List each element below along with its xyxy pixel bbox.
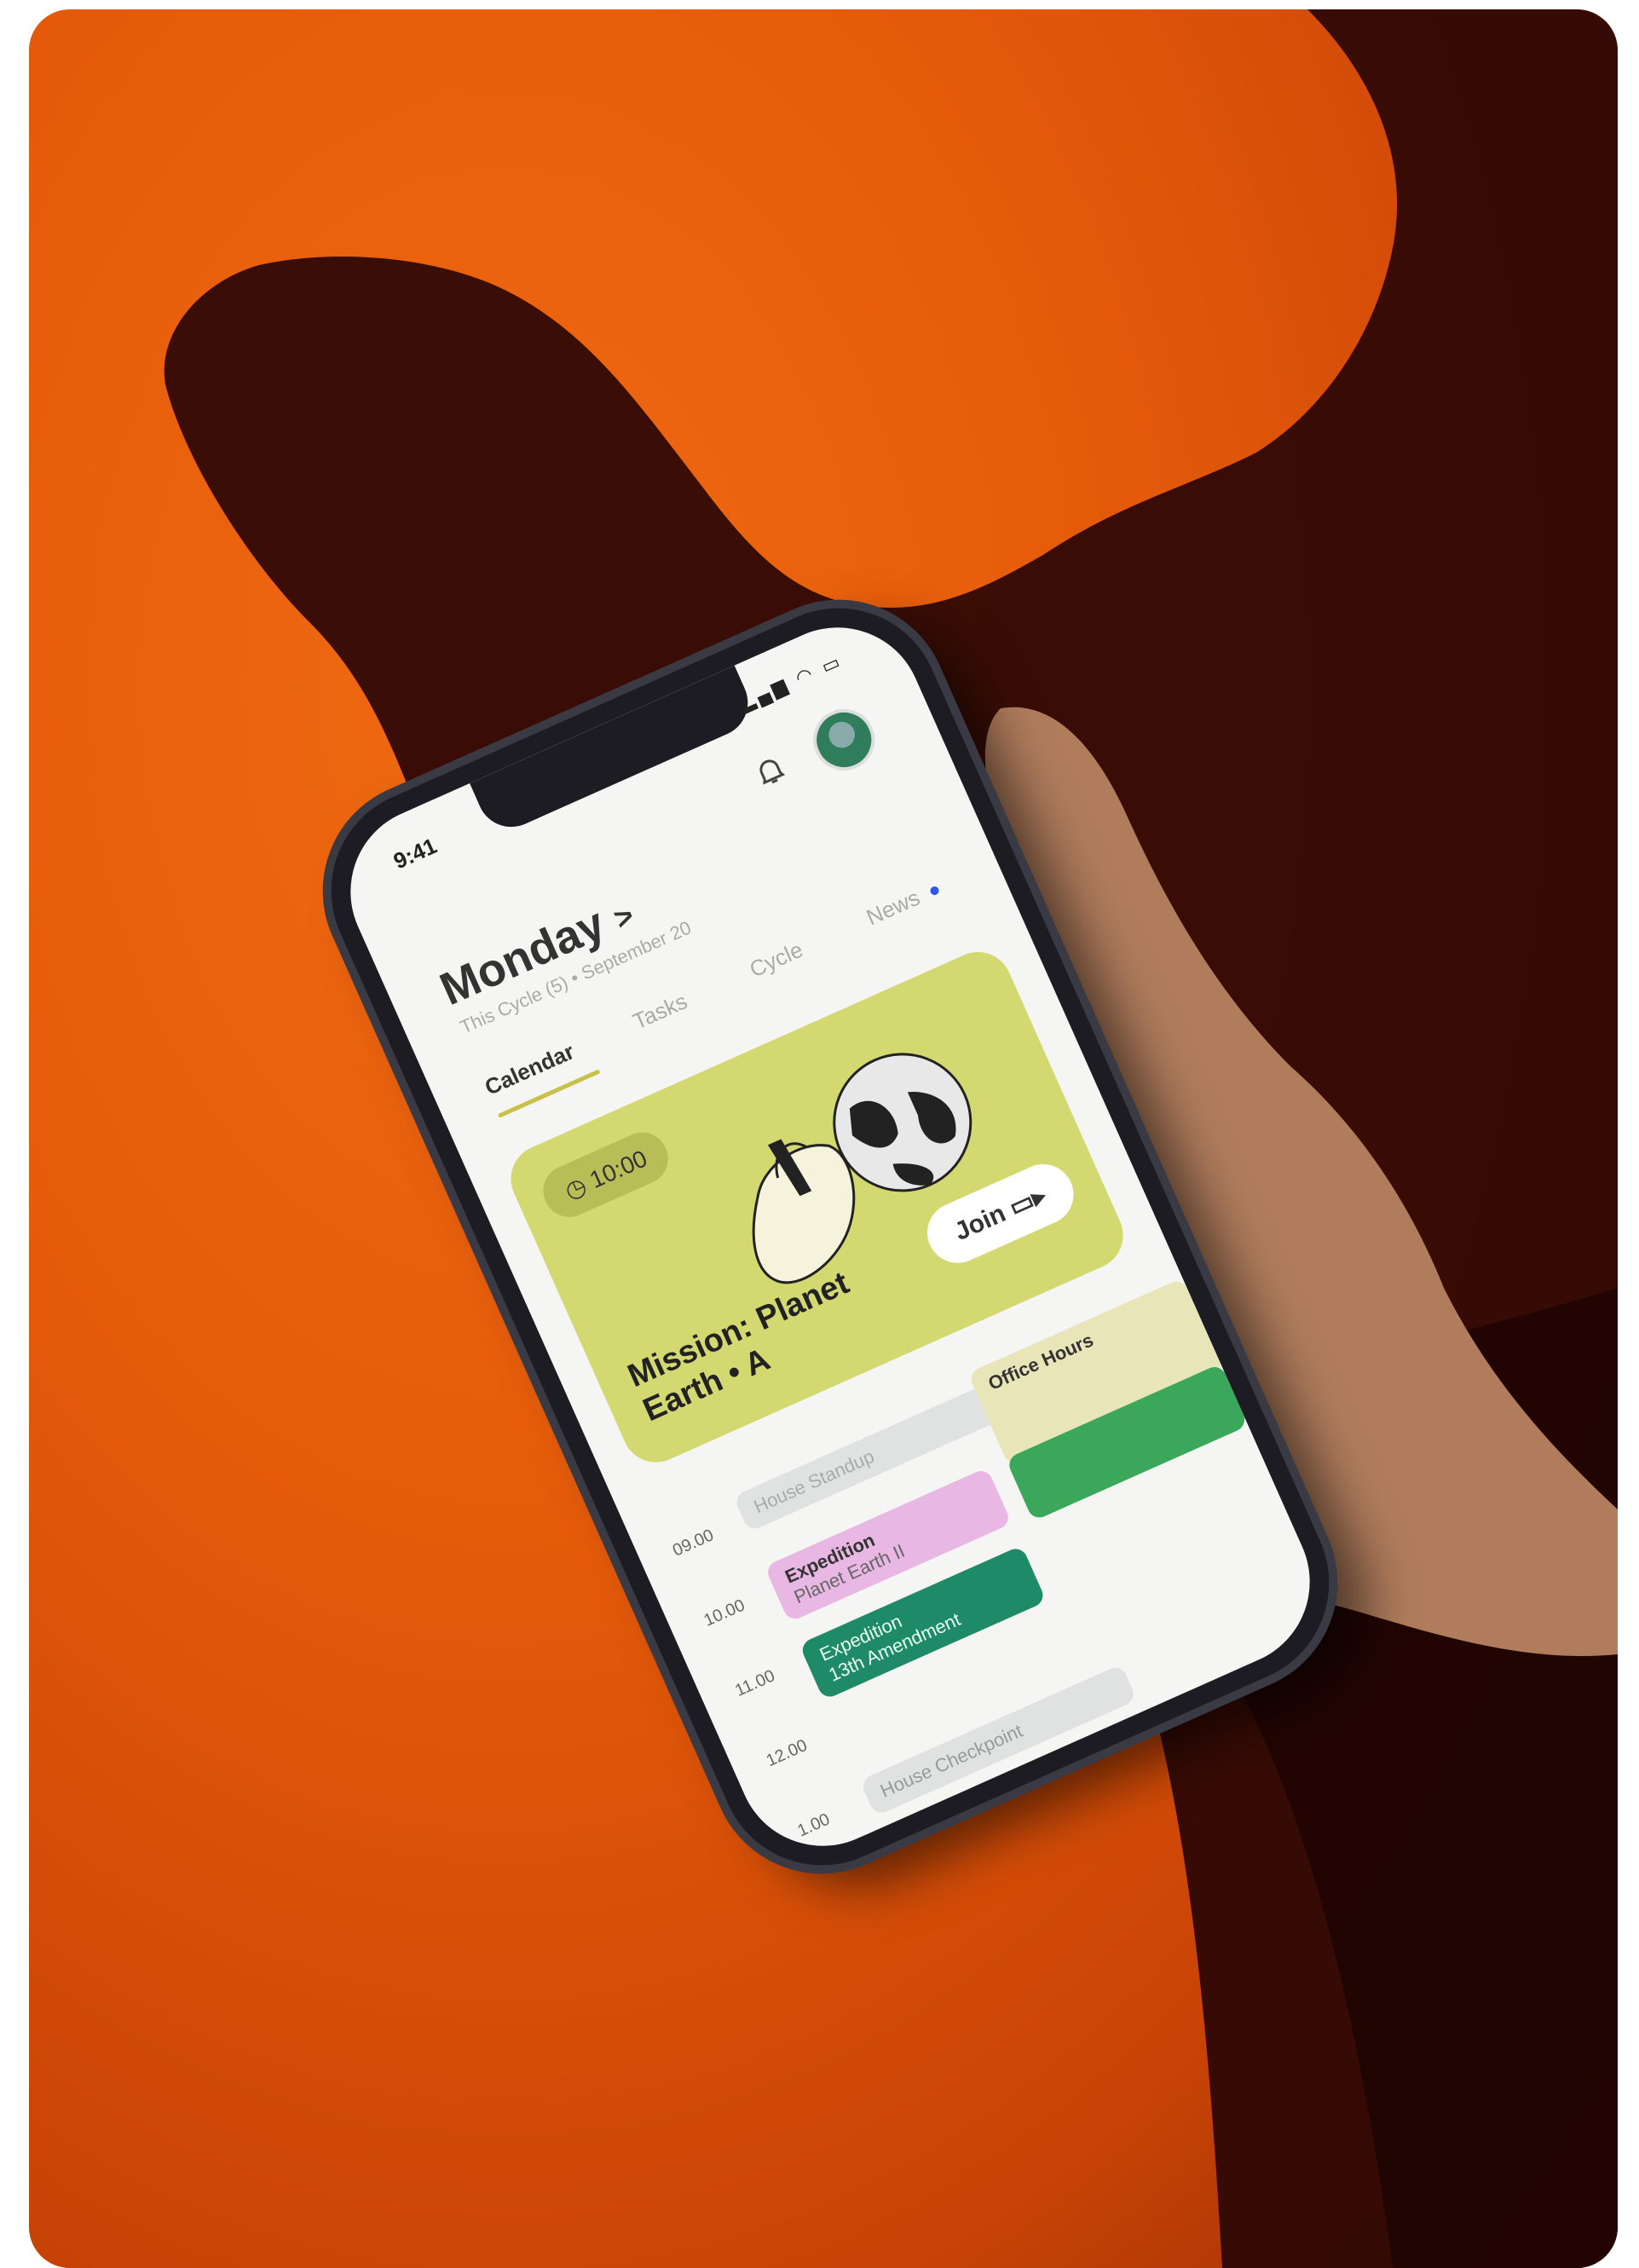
status-icons: ▂▄▆ ◠ ▭ <box>736 649 846 715</box>
tab-calendar[interactable]: Calendar <box>481 1038 578 1101</box>
time-chip-label: 10:00 <box>586 1145 651 1194</box>
signal-icon: ▂▄▆ <box>736 672 794 714</box>
tab-label: Calendar <box>481 1038 579 1100</box>
notification-dot <box>929 885 941 897</box>
event-title: House Checkpoint <box>877 1719 1026 1802</box>
photo: 9:41 ▂▄▆ ◠ ▭ Monday > This Cycle (5) • S… <box>29 9 1618 2268</box>
time-chip: ◷ 10:00 <box>534 1124 677 1226</box>
event-title: House Standup <box>750 1445 878 1518</box>
tab-label: Cycle <box>745 936 807 983</box>
time-label: 10.00 <box>701 1596 748 1630</box>
tab-tasks[interactable]: Tasks <box>629 988 691 1035</box>
time-label: 12.00 <box>763 1735 811 1771</box>
event-title: Office Hours <box>984 1329 1097 1394</box>
chevron-right-icon: > <box>608 897 639 937</box>
avatar[interactable] <box>803 699 885 781</box>
tab-label: News <box>862 884 924 931</box>
join-label: Join <box>950 1198 1010 1247</box>
battery-icon: ▭ <box>817 649 846 678</box>
time-label: 09.00 <box>669 1526 717 1561</box>
tab-cycle[interactable]: Cycle <box>746 937 807 984</box>
clock-icon: ◷ <box>560 1171 591 1205</box>
video-camera-icon: ▭▸ <box>1005 1180 1051 1222</box>
tab-news[interactable]: News <box>863 875 944 931</box>
wifi-icon: ◠ <box>792 661 819 690</box>
bell-icon[interactable] <box>747 748 793 794</box>
time-label: 1.00 <box>794 1809 833 1841</box>
tab-label: Tasks <box>628 988 691 1035</box>
status-time: 9:41 <box>390 832 441 874</box>
time-label: 11.00 <box>732 1666 778 1701</box>
